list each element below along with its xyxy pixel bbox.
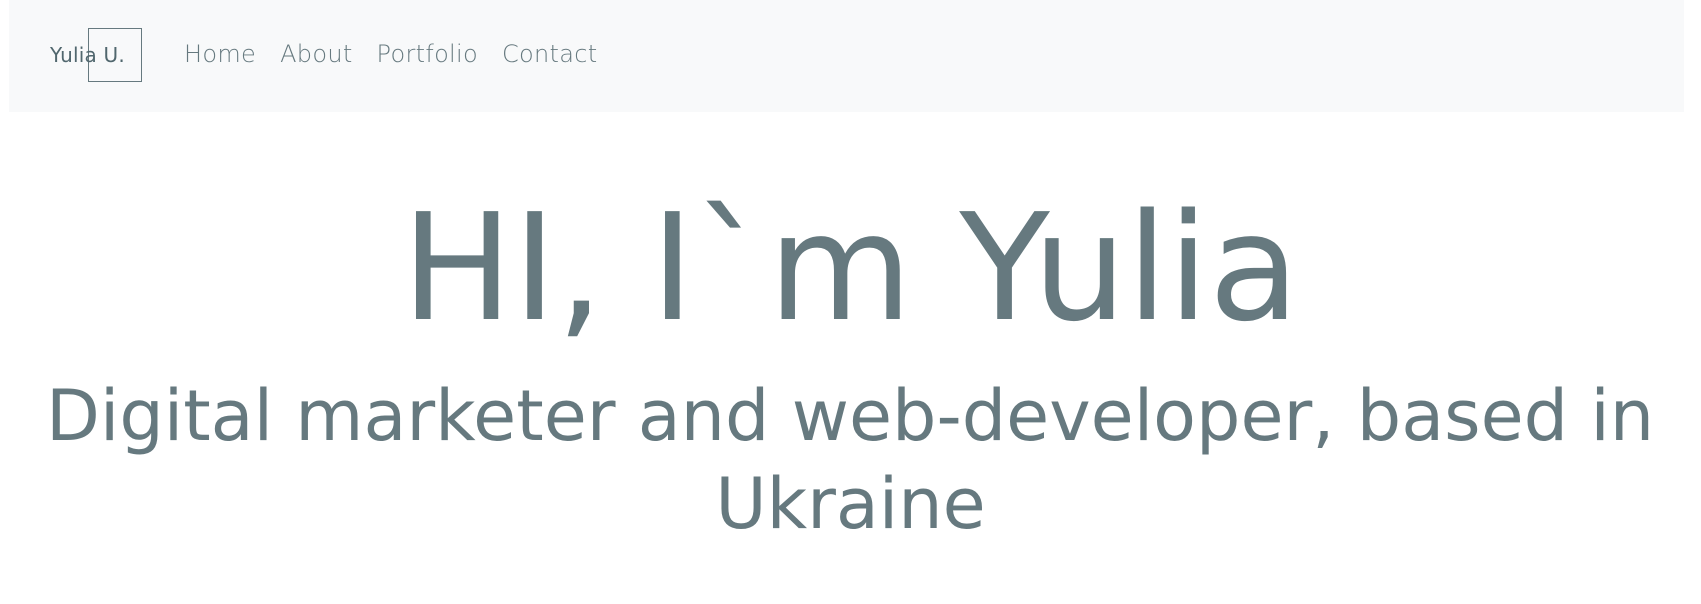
hero-subtitle-line-1: Digital marketer and web-developer, base…: [46, 375, 1655, 457]
nav-links: Home About Portfolio Contact: [184, 40, 597, 68]
navbar: Yulia U. Home About Portfolio Contact: [9, 0, 1684, 112]
nav-link-contact[interactable]: Contact: [502, 40, 597, 68]
logo-link[interactable]: Yulia U.: [50, 43, 125, 67]
nav-link-about[interactable]: About: [280, 40, 352, 68]
nav-link-home[interactable]: Home: [184, 40, 256, 68]
hero-title: HI, I`m Yulia: [401, 182, 1300, 354]
hero-subtitle-line-2: Ukraine: [715, 463, 986, 545]
nav-link-portfolio[interactable]: Portfolio: [377, 40, 478, 68]
